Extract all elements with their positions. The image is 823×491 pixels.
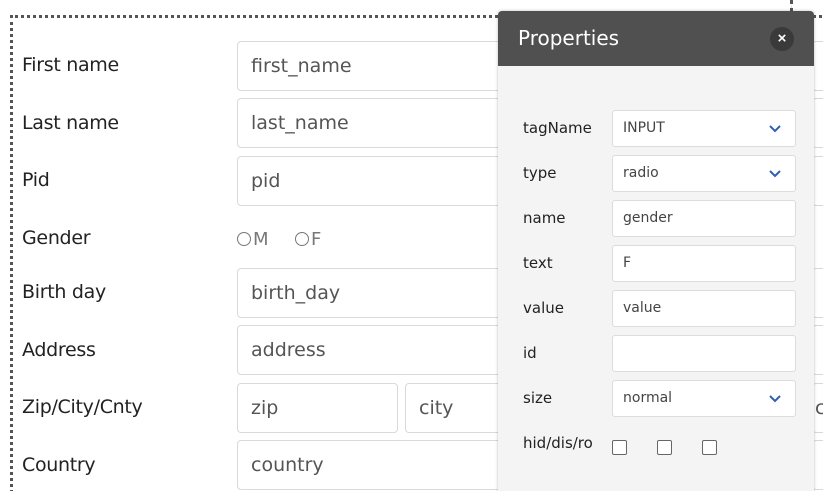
label-zip-city-cnty: Zip/City/Cnty	[22, 396, 143, 418]
close-icon: ×	[777, 30, 787, 47]
tagname-value: INPUT	[623, 120, 665, 136]
chevron-down-icon	[769, 156, 781, 191]
label-first-name: First name	[22, 54, 119, 76]
text-input[interactable]: F	[612, 245, 796, 282]
label-country: Country	[22, 454, 96, 476]
prop-label-flags: hid/dis/ro	[523, 434, 593, 452]
zip-input[interactable]: zip	[237, 383, 398, 433]
prop-label-size: size	[523, 389, 553, 407]
address-input[interactable]: address	[237, 325, 507, 375]
size-value: normal	[623, 390, 673, 406]
prop-label-value: value	[523, 299, 564, 317]
prop-label-id: id	[523, 344, 537, 362]
radio-icon	[237, 232, 251, 246]
value-input[interactable]: value	[612, 290, 796, 327]
label-address: Address	[22, 339, 96, 361]
birth-day-input[interactable]: birth_day	[237, 268, 507, 318]
city-input[interactable]: city	[405, 383, 507, 433]
last-name-input[interactable]: last_name	[237, 98, 507, 148]
prop-label-tagname: tagName	[523, 119, 592, 137]
disabled-checkbox[interactable]	[657, 440, 672, 455]
type-select[interactable]: radio	[612, 155, 796, 192]
country-input[interactable]: country	[237, 440, 507, 490]
panel-header[interactable]: Properties ×	[498, 11, 814, 66]
readonly-checkbox[interactable]	[702, 440, 717, 455]
prop-label-type: type	[523, 164, 557, 182]
tagname-select[interactable]: INPUT	[612, 110, 796, 147]
size-select[interactable]: normal	[612, 380, 796, 417]
pid-input[interactable]: pid	[237, 156, 507, 206]
prop-label-text: text	[523, 254, 553, 272]
radio-icon	[295, 232, 309, 246]
gender-radio-f[interactable]: F	[295, 229, 321, 250]
name-input[interactable]: gender	[612, 200, 796, 237]
label-birth-day: Birth day	[22, 281, 106, 303]
label-pid: Pid	[22, 169, 50, 191]
radio-label-f: F	[311, 229, 322, 250]
radio-label-m: M	[253, 229, 269, 250]
properties-panel: Properties × tagName INPUT type radio na…	[498, 11, 814, 491]
chevron-down-icon	[769, 381, 781, 416]
chevron-down-icon	[769, 111, 781, 146]
prop-label-name: name	[523, 209, 566, 227]
hidden-checkbox[interactable]	[612, 440, 627, 455]
panel-title: Properties	[518, 26, 620, 50]
type-value: radio	[623, 165, 659, 181]
first-name-input[interactable]: first_name	[237, 41, 507, 91]
id-input[interactable]	[612, 335, 796, 372]
label-last-name: Last name	[22, 112, 119, 134]
gender-radio-m[interactable]: M	[237, 229, 269, 250]
label-gender: Gender	[22, 227, 91, 249]
close-button[interactable]: ×	[770, 27, 794, 51]
